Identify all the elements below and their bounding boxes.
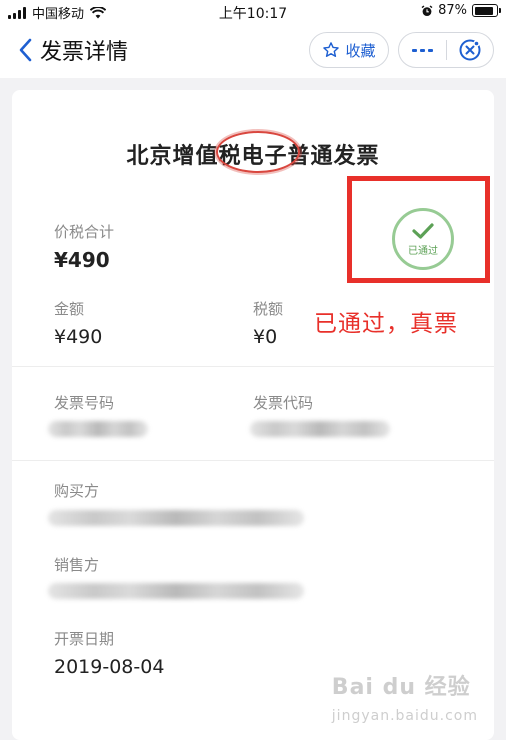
invoice-card: 北京增值税电子普通发票 价税合计 ¥490 已通过 金额 ¥490 税额 ¥0 … [12, 90, 494, 740]
tax-label: 税额 [253, 300, 284, 318]
back-arrow-icon [19, 38, 32, 62]
battery-level [474, 6, 493, 15]
close-button[interactable] [447, 33, 493, 67]
star-icon [323, 42, 340, 58]
tax-value: ¥0 [253, 326, 278, 348]
buyer-redacted [48, 510, 304, 526]
baidu-watermark: Bai du 经验 jingyan.baidu.com [331, 675, 478, 724]
favorite-button[interactable]: 收藏 [309, 32, 389, 68]
annotation-box [347, 176, 490, 283]
status-right: 87% [421, 3, 501, 18]
issue-date-value: 2019-08-04 [54, 656, 165, 678]
total-value: ¥490 [54, 248, 110, 272]
highlight-circle [216, 131, 300, 173]
alarm-icon [421, 4, 433, 16]
more-button[interactable] [399, 33, 446, 67]
favorite-label: 收藏 [345, 41, 376, 60]
invoice-number-redacted [48, 421, 148, 437]
amount-label: 金额 [54, 300, 85, 318]
mini-program-capsule [398, 32, 494, 68]
back-button[interactable]: 发票详情 [18, 34, 128, 66]
nav-bar: 发票详情 收藏 [0, 24, 506, 78]
section-divider [12, 366, 494, 367]
invoice-code-label: 发票代码 [253, 394, 314, 412]
seller-label: 销售方 [54, 556, 100, 574]
amount-value: ¥490 [54, 326, 103, 348]
seller-redacted [48, 583, 304, 599]
annotation-note: 已通过，真票 [314, 311, 458, 337]
battery-percent: 87% [438, 3, 467, 18]
section-divider [12, 460, 494, 461]
page-title: 发票详情 [40, 40, 129, 65]
total-label: 价税合计 [54, 223, 115, 241]
issue-date-label: 开票日期 [54, 630, 115, 648]
more-icon [412, 48, 417, 52]
close-target-icon [459, 39, 481, 61]
buyer-label: 购买方 [54, 482, 100, 500]
invoice-code-redacted [250, 421, 390, 437]
invoice-number-label: 发票号码 [54, 394, 115, 412]
battery-icon [472, 4, 501, 17]
status-bar: 中国移动 上午10:17 87% [0, 0, 506, 24]
